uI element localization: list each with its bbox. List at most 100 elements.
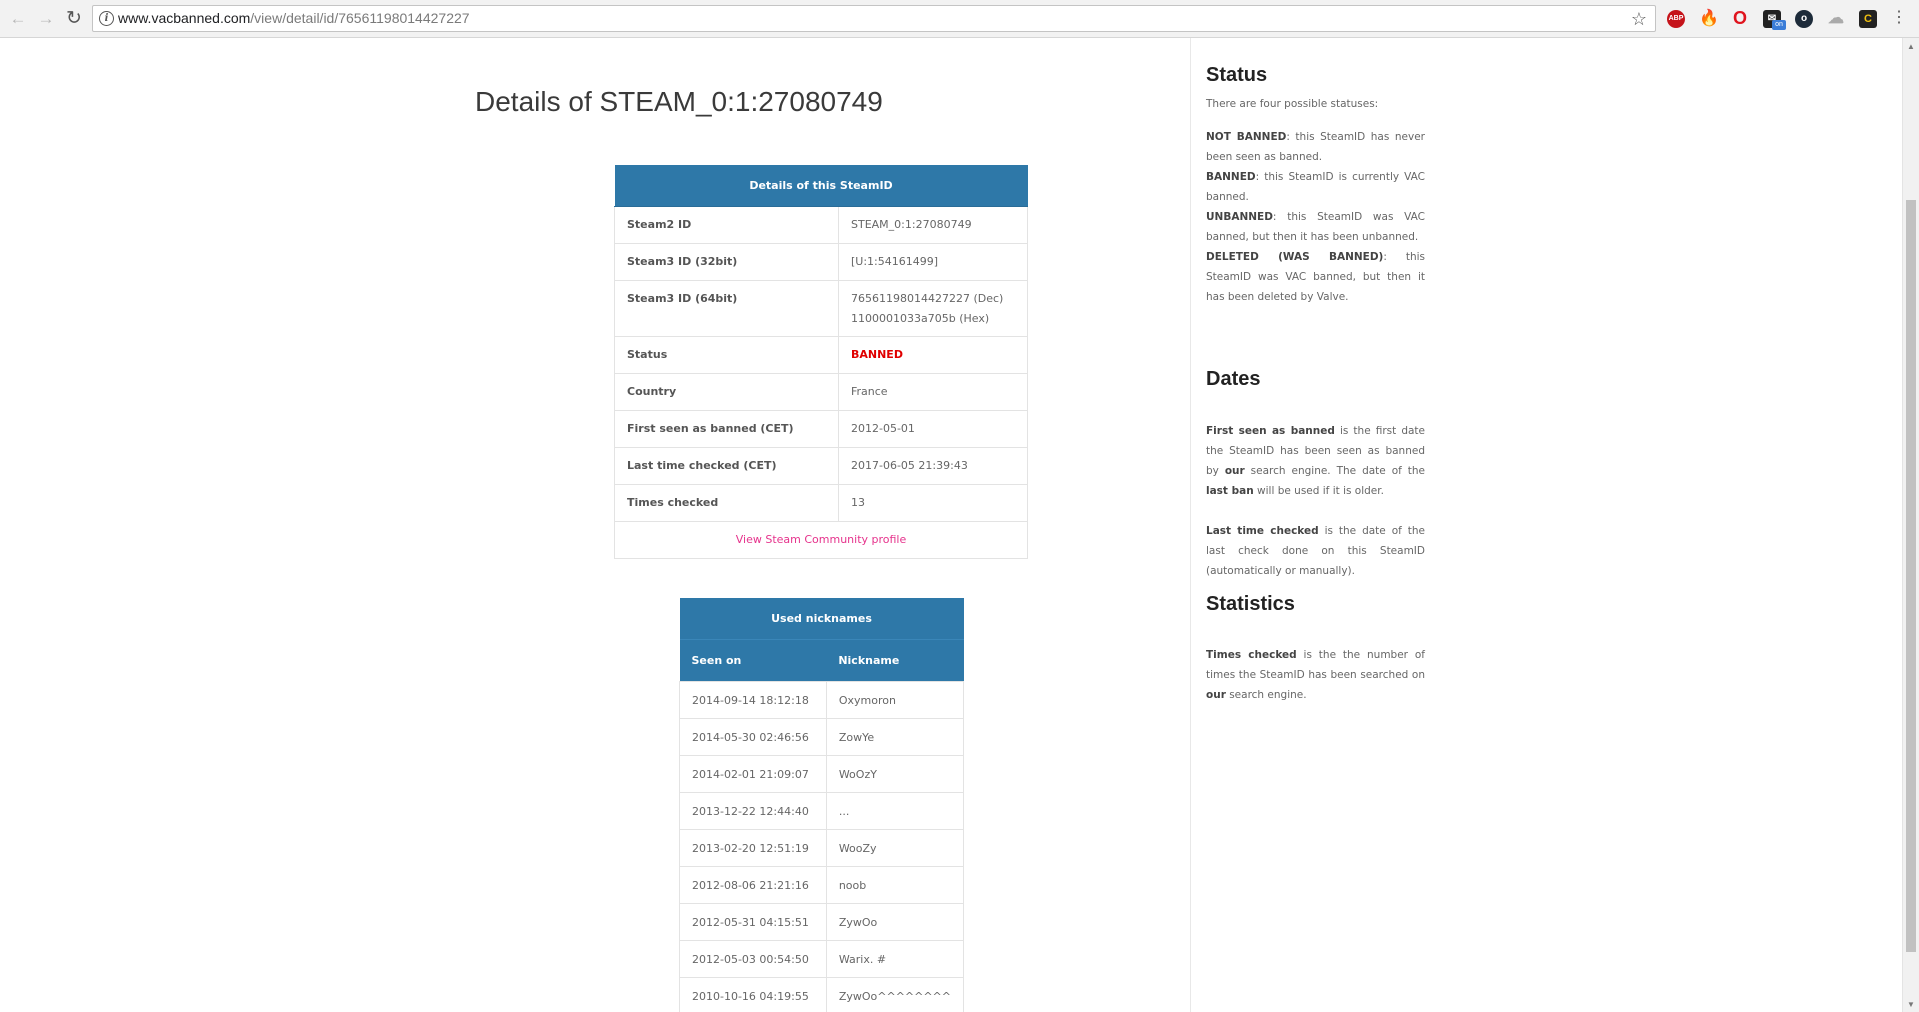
scroll-up-arrow-icon[interactable]: ▲ [1907, 42, 1915, 51]
table-row: 2012-05-31 04:15:51 ZywOo [679, 903, 965, 941]
info-icon[interactable]: i [99, 11, 114, 26]
table-row: Status BANNED [614, 336, 1028, 374]
table-row: 2012-05-03 00:54:50 Warix. # [679, 940, 965, 978]
nicknames-body: 2014-09-14 18:12:18 Oxymoron 2014-05-30 02… [679, 681, 965, 1012]
table-row: 2013-02-20 12:51:19 WooZy [679, 829, 965, 867]
steam3-64-dec: 76561198014427227 (Dec) [851, 292, 1004, 305]
back-button[interactable]: ← [6, 7, 30, 31]
times-checked-term: Times checked [1206, 649, 1297, 661]
table-row: 2014-09-14 18:12:18 Oxymoron [679, 681, 965, 719]
steam3-64-value: 76561198014427227 (Dec) 1100001033a705b … [838, 280, 1028, 337]
url-host: www.vacbanned.com [118, 10, 251, 26]
browser-menu-icon[interactable]: ⋮ [1891, 9, 1907, 29]
status-heading: Status [1206, 64, 1268, 86]
page-content: Details of STEAM_0:1:27080749 Details of… [0, 38, 1902, 1012]
table-row: 2010-10-16 04:19:55 ZywOo^^^^^^^^ [679, 977, 965, 1012]
unbanned-term: UNBANNED [1206, 211, 1273, 223]
steam3-64-label: Steam3 ID (64bit) [614, 280, 839, 337]
details-table-caption: Details of this SteamID [614, 165, 1028, 207]
nickname-value: Warix. # [825, 940, 965, 978]
bookmark-star-icon[interactable]: ☆ [1631, 7, 1647, 31]
status-label: Status [614, 336, 839, 374]
c-icon[interactable]: C [1859, 10, 1877, 28]
steam3-64-hex: 1100001033a705b (Hex) [851, 312, 990, 325]
times-checked-label: Times checked [614, 484, 839, 522]
nickname-value: Oxymoron [825, 681, 965, 719]
url-text[interactable]: www.vacbanned.com/view/detail/id/7656119… [118, 6, 470, 31]
banned-term: BANNED [1206, 171, 1256, 183]
table-row: View Steam Community profile [614, 521, 1028, 559]
status-badge: BANNED [838, 336, 1028, 374]
page-title: Details of STEAM_0:1:27080749 [475, 86, 883, 117]
table-row: 2014-05-30 02:46:56 ZowYe [679, 718, 965, 756]
first-seen-value: 2012-05-01 [838, 410, 1028, 448]
table-row: 2012-08-06 21:21:16 noob [679, 866, 965, 904]
nickname-seen-on: 2013-02-20 12:51:19 [679, 829, 827, 867]
table-row: 2013-12-22 12:44:40... [679, 792, 965, 830]
table-row: Country France [614, 373, 1028, 411]
col-header-nickname: Nickname [826, 639, 964, 682]
nickname-value: WoOzY [825, 755, 965, 793]
nickname-seen-on: 2014-02-01 21:09:07 [679, 755, 827, 793]
steam3-32-label: Steam3 ID (32bit) [614, 243, 839, 281]
nickname-value: WooZy [825, 829, 965, 867]
address-bar[interactable]: i www.vacbanned.com/view/detail/id/76561… [92, 5, 1656, 32]
nickname-seen-on: 2012-05-03 00:54:50 [679, 940, 827, 978]
statistics-heading: Statistics [1206, 593, 1295, 615]
steam-community-profile-link[interactable]: View Steam Community profile [614, 521, 1028, 559]
page-scrollbar[interactable]: ▲ ▼ [1902, 38, 1919, 1012]
nickname-value: ZywOo^^^^^^^^ [825, 977, 965, 1012]
url-path: /view/detail/id/76561198014427227 [250, 10, 470, 26]
table-row: 2014-02-01 21:09:07 WoOzY [679, 755, 965, 793]
table-row: Steam3 ID (32bit) [U:1:54161499] [614, 243, 1028, 281]
country-label: Country [614, 373, 839, 411]
our-word: our [1206, 689, 1226, 701]
dates-heading: Dates [1206, 368, 1261, 390]
last-checked-term: Last time checked [1206, 525, 1319, 537]
steam2-id-label: Steam2 ID [614, 206, 839, 244]
adblock-plus-icon[interactable]: ABP [1667, 10, 1685, 28]
nickname-seen-on: 2012-08-06 21:21:16 [679, 866, 827, 904]
nickname-seen-on: 2014-09-14 18:12:18 [679, 681, 827, 719]
last-checked-help: Last time checked is the date of the las… [1206, 521, 1425, 581]
times-checked-desc-b: search engine. [1225, 689, 1307, 701]
browser-toolbar: ← → ↻ i www.vacbanned.com/view/detail/id… [0, 0, 1919, 38]
deleted-term: DELETED (WAS BANNED) [1206, 251, 1384, 263]
circle-icon[interactable]: o [1795, 10, 1813, 28]
reload-button[interactable]: ↻ [62, 7, 86, 31]
first-seen-label: First seen as banned (CET) [614, 410, 839, 448]
first-seen-term: First seen as banned [1206, 425, 1335, 437]
nickname-seen-on: 2010-10-16 04:19:55 [679, 977, 827, 1012]
forward-button[interactable]: → [34, 7, 58, 31]
fire-icon[interactable]: 🔥 [1699, 10, 1719, 28]
mail-badge: on [1772, 20, 1786, 30]
status-intro: There are four possible statuses: [1206, 98, 1379, 110]
cloud-icon[interactable]: ☁ [1827, 10, 1845, 28]
table-row: Times checked 13 [614, 484, 1028, 522]
nicknames-table-caption: Used nicknames [679, 598, 964, 640]
last-checked-value: 2017-06-05 21:39:43 [838, 447, 1028, 485]
table-row: Steam2 ID STEAM_0:1:27080749 [614, 206, 1028, 244]
opera-icon[interactable]: O [1731, 9, 1749, 28]
nicknames-table: Used nicknames Seen on Nickname 2014-09-… [679, 598, 965, 1012]
times-checked-help: Times checked is the the number of times… [1206, 645, 1425, 705]
nickname-value: noob [825, 866, 965, 904]
steam2-id-value: STEAM_0:1:27080749 [838, 206, 1028, 244]
nickname-value: ZowYe [825, 718, 965, 756]
nickname-seen-on: 2013-12-22 12:44:40 [679, 792, 827, 830]
table-row: First seen as banned (CET) 2012-05-01 [614, 410, 1028, 448]
table-row: Last time checked (CET) 2017-06-05 21:39… [614, 447, 1028, 485]
sidebar-divider [1190, 38, 1191, 1012]
last-checked-label: Last time checked (CET) [614, 447, 839, 485]
not-banned-term: NOT BANNED [1206, 131, 1287, 143]
nickname-value: ... [825, 792, 965, 830]
times-checked-value: 13 [838, 484, 1028, 522]
steam3-32-value: [U:1:54161499] [838, 243, 1028, 281]
table-row: Steam3 ID (64bit) 76561198014427227 (Dec… [614, 280, 1028, 337]
our-word: our [1224, 465, 1245, 477]
details-table: Details of this SteamID Steam2 ID STEAM_… [614, 165, 1028, 559]
scrollbar-thumb[interactable] [1906, 200, 1916, 952]
country-value: France [838, 373, 1028, 411]
nickname-seen-on: 2012-05-31 04:15:51 [679, 903, 827, 941]
scroll-down-arrow-icon[interactable]: ▼ [1907, 1000, 1915, 1009]
